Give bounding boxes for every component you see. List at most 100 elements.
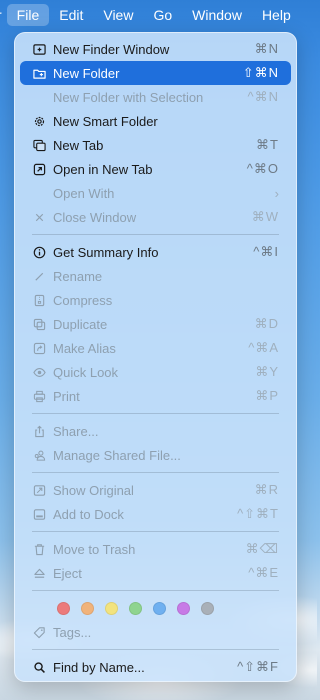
menu-item-manage-shared-file[interactable]: Manage Shared File...	[20, 443, 291, 467]
menu-item-shortcut: ⌘N	[254, 41, 279, 56]
menu-item-label: Compress	[53, 292, 113, 308]
menu-item-shortcut: ⌘D	[254, 316, 279, 331]
menu-item-label: Find by Name...	[53, 659, 145, 675]
tag-icon	[32, 625, 46, 639]
menu-item-new-finder-window[interactable]: New Finder Window ⌘N	[20, 37, 291, 61]
menu-separator	[32, 234, 279, 235]
tag-color-row	[20, 596, 291, 620]
menu-item-shortcut: ⌘Y	[255, 364, 279, 379]
dock-icon	[32, 507, 46, 521]
menu-item-label: Make Alias	[53, 340, 116, 356]
menubar-item-help[interactable]: Help	[252, 4, 301, 26]
menubar-item-partial[interactable]: r	[0, 4, 2, 26]
tag-color-orange[interactable]	[81, 601, 94, 615]
tag-color-blue[interactable]	[153, 601, 166, 615]
alias-icon	[32, 341, 46, 355]
menu-item-label: New Finder Window	[53, 41, 170, 57]
menu-item-label: Get Summary Info	[53, 244, 159, 260]
menu-item-shortcut: ⌘W	[251, 209, 279, 224]
menu-item-label: Move to Trash	[53, 541, 136, 557]
menubar-item-view[interactable]: View	[93, 4, 143, 26]
menu-item-get-summary-info[interactable]: Get Summary Info ^⌘I	[20, 240, 291, 264]
menu-item-new-smart-folder[interactable]: New Smart Folder	[20, 109, 291, 133]
menu-item-shortcut: ^⇧⌘F	[237, 659, 279, 674]
menu-separator	[32, 531, 279, 532]
menu-item-shortcut: ^⌘E	[248, 565, 279, 580]
pencil-icon	[32, 269, 46, 283]
share-icon	[32, 424, 46, 438]
menu-item-new-folder-with-selection[interactable]: New Folder with Selection ^⌘N	[20, 85, 291, 109]
tag-color-red[interactable]	[57, 601, 70, 615]
menu-item-shortcut: ⌘T	[256, 137, 279, 152]
menu-item-close-window[interactable]: Close Window ⌘W	[20, 205, 291, 229]
menu-item-shortcut: ^⌘A	[248, 340, 279, 355]
menu-item-share[interactable]: Share...	[20, 419, 291, 443]
menu-item-open-in-new-tab[interactable]: Open in New Tab ^⌘O	[20, 157, 291, 181]
open-arrow-icon	[32, 162, 46, 176]
show-original-icon	[32, 483, 46, 497]
menu-item-label: New Smart Folder	[53, 113, 158, 129]
menu-separator	[32, 472, 279, 473]
menu-item-shortcut: ^⇧⌘T	[237, 506, 279, 521]
trash-icon	[32, 542, 46, 556]
menu-item-label: Add to Dock	[53, 506, 124, 522]
archive-icon	[32, 293, 46, 307]
menu-item-show-original[interactable]: Show Original ⌘R	[20, 478, 291, 502]
menubar-item-edit[interactable]: Edit	[49, 4, 93, 26]
menu-item-label: Close Window	[53, 209, 137, 225]
menu-separator	[32, 413, 279, 414]
menu-item-move-to-trash[interactable]: Move to Trash ⌘⌫	[20, 537, 291, 561]
tag-color-gray[interactable]	[201, 601, 214, 615]
menubar-item-go[interactable]: Go	[143, 4, 182, 26]
menubar-item-window[interactable]: Window	[182, 4, 252, 26]
menu-item-shortcut: ^⌘N	[247, 89, 279, 104]
menu-item-label: Duplicate	[53, 316, 108, 332]
menu-item-label: Show Original	[53, 482, 134, 498]
tag-color-yellow[interactable]	[105, 601, 118, 615]
menu-item-new-tab[interactable]: New Tab ⌘T	[20, 133, 291, 157]
menu-item-label: Eject	[53, 565, 82, 581]
menu-item-compress[interactable]: Compress	[20, 288, 291, 312]
close-icon	[32, 210, 46, 224]
menu-item-label: Manage Shared File...	[53, 447, 181, 463]
people-icon	[32, 448, 46, 462]
menu-item-label: Print	[53, 388, 80, 404]
menu-item-open-with[interactable]: Open With ›	[20, 181, 291, 205]
menu-item-find-by-name[interactable]: Find by Name... ^⇧⌘F	[20, 655, 291, 679]
menu-item-quick-look[interactable]: Quick Look ⌘Y	[20, 360, 291, 384]
duplicate-icon	[32, 317, 46, 331]
menubar-item-file[interactable]: File	[6, 4, 50, 26]
chevron-right-icon: ›	[274, 185, 279, 201]
gear-icon	[32, 114, 46, 128]
menu-item-label: Open in New Tab	[53, 161, 153, 177]
tag-color-green[interactable]	[129, 601, 142, 615]
menu-item-label: New Folder with Selection	[53, 89, 204, 105]
menu-item-label: New Tab	[53, 137, 104, 153]
menu-item-new-folder[interactable]: New Folder ⇧⌘N	[20, 61, 291, 85]
menu-item-shortcut: ^⌘I	[253, 244, 279, 259]
menu-item-label: Tags...	[53, 624, 92, 640]
tag-color-purple[interactable]	[177, 601, 190, 615]
menu-separator	[32, 649, 279, 650]
menu-item-label: Open With	[53, 185, 115, 201]
menu-item-eject[interactable]: Eject ^⌘E	[20, 561, 291, 585]
menu-item-rename[interactable]: Rename	[20, 264, 291, 288]
menu-item-add-to-dock[interactable]: Add to Dock ^⇧⌘T	[20, 502, 291, 526]
menu-item-label: Quick Look	[53, 364, 119, 380]
menu-item-tags[interactable]: Tags...	[20, 620, 291, 644]
eject-icon	[32, 566, 46, 580]
menu-item-make-alias[interactable]: Make Alias ^⌘A	[20, 336, 291, 360]
menu-separator	[32, 590, 279, 591]
printer-icon	[32, 389, 46, 403]
eye-icon	[32, 365, 46, 379]
menu-item-duplicate[interactable]: Duplicate ⌘D	[20, 312, 291, 336]
menu-item-label: New Folder	[53, 65, 120, 81]
file-menu: New Finder Window ⌘N New Folder ⇧⌘N New …	[14, 32, 297, 682]
info-icon	[32, 245, 46, 259]
menu-item-shortcut: ^⌘O	[246, 161, 279, 176]
menu-item-label: Share...	[53, 423, 99, 439]
menu-item-shortcut: ⇧⌘N	[242, 65, 279, 80]
menu-item-shortcut: ⌘⌫	[245, 541, 279, 556]
menu-item-print[interactable]: Print ⌘P	[20, 384, 291, 408]
menu-item-shortcut: ⌘P	[255, 388, 279, 403]
